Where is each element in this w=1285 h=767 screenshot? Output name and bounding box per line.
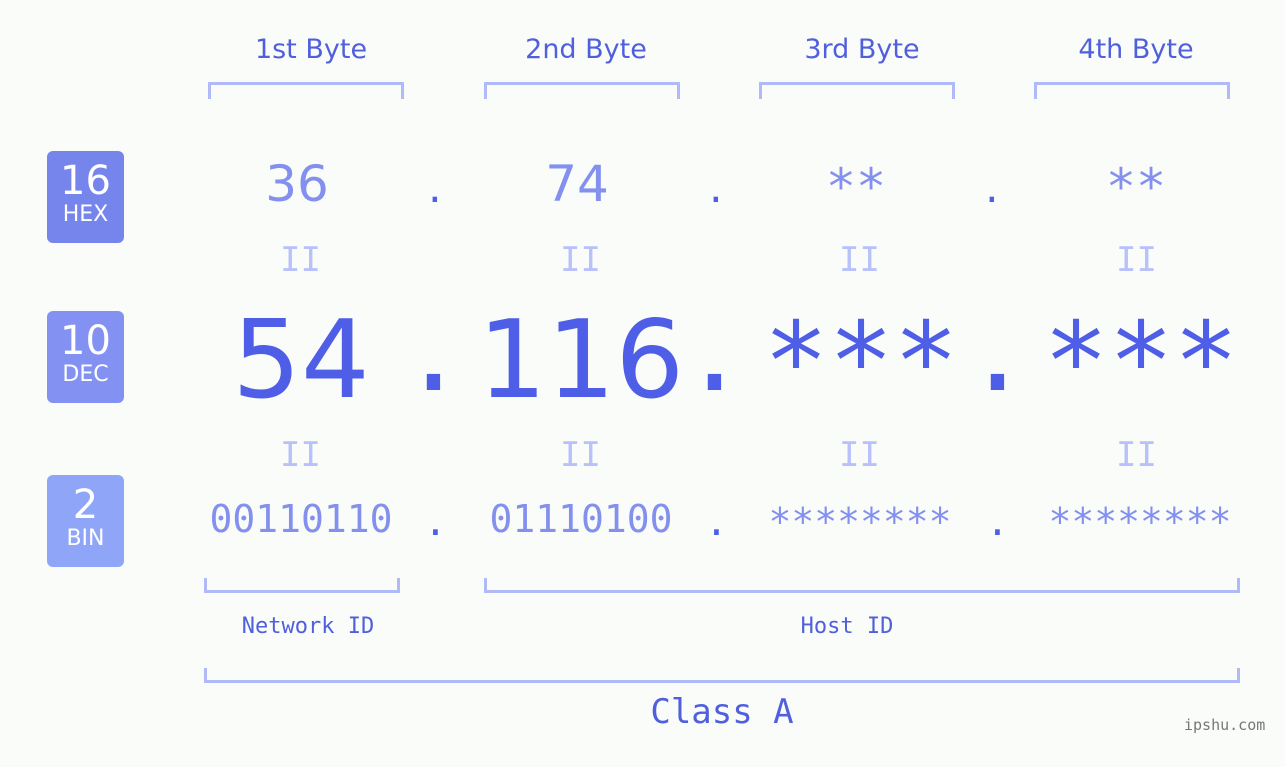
equals-sign: II xyxy=(1116,435,1157,475)
dec-byte-1: 54 xyxy=(232,298,370,423)
dec-base-number: 10 xyxy=(60,318,111,364)
byte-bracket-2 xyxy=(484,82,680,99)
bin-dot-3: . xyxy=(986,500,1009,544)
dec-dot-1: . xyxy=(401,291,467,416)
hex-base-number: 16 xyxy=(60,158,111,204)
bin-byte-4: ******** xyxy=(1048,500,1232,544)
equals-sign: II xyxy=(839,240,880,280)
dec-dot-2: . xyxy=(682,291,748,416)
dec-dot-3: . xyxy=(965,291,1031,416)
network-id-bracket xyxy=(204,578,400,593)
hex-byte-3: ** xyxy=(825,158,887,216)
dec-badge: 10 DEC xyxy=(47,311,124,403)
bin-byte-1: 00110110 xyxy=(209,497,393,541)
hex-byte-4: ** xyxy=(1105,158,1167,216)
bin-badge: 2 BIN xyxy=(47,475,124,567)
bin-byte-2: 01110100 xyxy=(489,497,673,541)
hex-dot-1: . xyxy=(424,170,446,211)
equals-sign: II xyxy=(280,435,321,475)
byte-bracket-4 xyxy=(1034,82,1230,99)
hex-dot-3: . xyxy=(981,170,1003,211)
class-label: Class A xyxy=(650,692,794,732)
class-bracket xyxy=(204,668,1240,683)
network-id-label: Network ID xyxy=(241,614,375,639)
dec-byte-3: *** xyxy=(763,300,959,425)
byte-header-4: 4th Byte xyxy=(1078,34,1194,65)
equals-sign: II xyxy=(560,240,601,280)
bin-dot-1: . xyxy=(424,500,447,544)
bin-byte-3: ******** xyxy=(768,500,952,544)
dec-byte-4: *** xyxy=(1043,300,1239,425)
dec-byte-2: 116 xyxy=(477,298,685,423)
hex-dot-2: . xyxy=(705,170,727,211)
bin-base-label: BIN xyxy=(66,526,105,551)
hex-badge: 16 HEX xyxy=(47,151,124,243)
dec-base-label: DEC xyxy=(62,362,109,387)
equals-sign: II xyxy=(839,435,880,475)
byte-header-1: 1st Byte xyxy=(254,34,368,65)
equals-sign: II xyxy=(1116,240,1157,280)
bin-dot-2: . xyxy=(705,500,728,544)
equals-sign: II xyxy=(280,240,321,280)
host-id-bracket xyxy=(484,578,1240,593)
byte-bracket-1 xyxy=(208,82,404,99)
host-id-label: Host ID xyxy=(800,614,894,639)
watermark: ipshu.com xyxy=(1184,716,1266,734)
byte-header-3: 3rd Byte xyxy=(804,34,920,65)
byte-header-2: 2nd Byte xyxy=(525,34,647,65)
equals-sign: II xyxy=(560,435,601,475)
bin-base-number: 2 xyxy=(72,482,99,528)
hex-byte-1: 36 xyxy=(265,155,329,213)
hex-byte-2: 74 xyxy=(545,155,609,213)
byte-bracket-3 xyxy=(759,82,955,99)
hex-base-label: HEX xyxy=(62,202,109,227)
